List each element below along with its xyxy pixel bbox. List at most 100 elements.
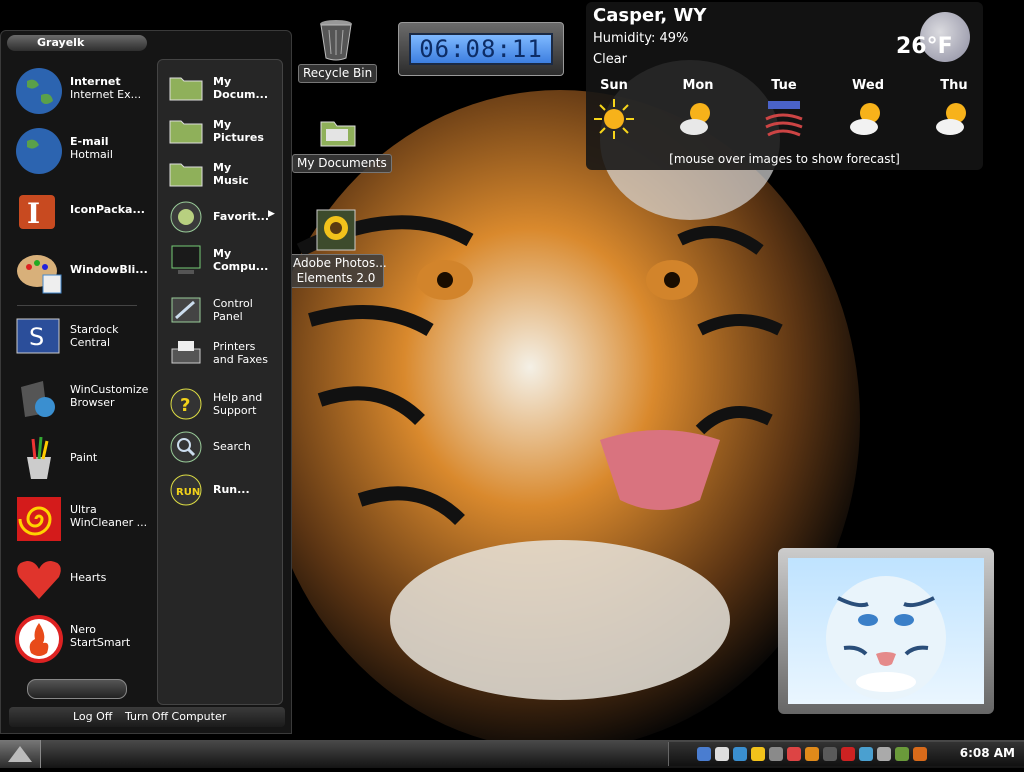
tray-app-icon[interactable] [805, 747, 819, 761]
email-title: E-mail [70, 135, 109, 148]
recycle-bin-label: Recycle Bin [298, 64, 378, 83]
documents-folder-icon [169, 77, 203, 101]
place-label-2: and Faxes [213, 353, 268, 366]
weather-location: Casper, WY [593, 5, 707, 26]
forecast-day-sun[interactable]: Sun [584, 78, 644, 141]
paint-line1: Paint [70, 451, 98, 464]
tray-app-icon[interactable] [751, 747, 765, 761]
stardock-icon: S [16, 318, 60, 354]
heart-icon [17, 561, 61, 599]
place-label-1: My [213, 75, 232, 88]
tray-app-icon[interactable] [913, 747, 927, 761]
documents-folder-icon [320, 121, 356, 147]
recycle-bin-shortcut[interactable]: Recycle Bin [298, 18, 378, 83]
run-icon: RUN [170, 474, 202, 506]
tray-app-icon[interactable] [859, 747, 873, 761]
start-logo-icon [8, 746, 32, 762]
photo-frame-widget [778, 548, 994, 714]
stardock-line2: Central [70, 336, 111, 349]
photoshop-elements-shortcut[interactable]: Adobe Photos... Elements 2.0 [288, 208, 387, 288]
nero-line2: StartSmart [70, 636, 131, 649]
recycle-bin-icon [320, 20, 352, 61]
tray-app-icon[interactable] [697, 747, 711, 761]
tray-app-icon[interactable] [841, 747, 855, 761]
start-item-hearts[interactable]: Hearts [11, 549, 157, 607]
start-button[interactable] [0, 740, 41, 768]
place-printers-faxes[interactable]: Printers and Faxes [168, 333, 280, 371]
place-my-documents[interactable]: My Docum... [168, 68, 280, 106]
place-label-2: Panel [213, 310, 243, 323]
partly-cloudy-icon [680, 103, 710, 135]
forecast-day-name: Tue [771, 78, 797, 93]
turn-off-button[interactable]: Turn Off Computer [125, 707, 226, 727]
forecast-day-thu[interactable]: Thu [924, 78, 984, 141]
forecast-day-wed[interactable]: Wed [838, 78, 898, 141]
windy-icon [765, 101, 803, 137]
iconpackager-icon: I [19, 195, 55, 230]
wincustomize-line2: Browser [70, 396, 115, 409]
place-label-2: Compu... [213, 260, 269, 273]
start-item-ultra-wincleaner[interactable]: Ultra WinCleaner ... [11, 489, 157, 547]
forecast-day-name: Thu [940, 78, 968, 93]
wincustomize-icon [21, 381, 55, 417]
forecast-day-name: Wed [852, 78, 884, 93]
place-my-pictures[interactable]: My Pictures [168, 111, 280, 149]
tray-app-icon[interactable] [769, 747, 783, 761]
search-icon [170, 431, 202, 463]
start-item-iconpackager[interactable]: I IconPacka... [11, 181, 157, 239]
windowblinds-title: WindowBli... [70, 263, 148, 276]
forecast-day-mon[interactable]: Mon [668, 78, 728, 141]
start-item-nero[interactable]: Nero StartSmart [11, 609, 157, 667]
start-item-internet[interactable]: Internet Internet Ex... [11, 61, 157, 119]
place-favorites[interactable]: Favorit... ▶ [168, 197, 280, 235]
log-off-button[interactable]: Log Off [73, 707, 112, 727]
tray-app-icon[interactable] [733, 747, 747, 761]
forecast-hint: [mouse over images to show forecast] [669, 152, 900, 166]
start-menu-footer: Log Off Turn Off Computer [9, 707, 285, 727]
iconpackager-title: IconPacka... [70, 203, 145, 216]
wincleaner-line1: Ultra [70, 503, 97, 516]
place-label-1: My [213, 247, 232, 260]
forecast-day-tue[interactable]: Tue [754, 78, 814, 141]
place-label-1: Printers [213, 340, 256, 353]
place-my-music[interactable]: My Music [168, 154, 280, 192]
start-menu-places: My Docum... My Pictures My Music Favorit...… [157, 59, 283, 705]
place-my-computer[interactable]: My Compu... [168, 240, 280, 278]
sunny-icon [594, 99, 634, 139]
weather-humidity: Humidity: 49% [593, 31, 689, 46]
clock-time: 06:08:11 [409, 33, 553, 65]
place-search[interactable]: Search [168, 427, 280, 465]
nero-line1: Nero [70, 623, 97, 636]
place-run[interactable]: RUN Run... [168, 470, 280, 508]
svg-text:S: S [29, 323, 44, 351]
tray-app-icon[interactable] [715, 747, 729, 761]
my-documents-shortcut[interactable]: My Documents [292, 112, 392, 173]
tray-app-icon[interactable] [895, 747, 909, 761]
tray-app-icon[interactable] [823, 747, 837, 761]
start-item-stardock-central[interactable]: S Stardock Central [11, 309, 157, 367]
sunflower-icon [316, 209, 356, 251]
all-programs-button[interactable] [27, 679, 127, 699]
start-item-windowblinds[interactable]: WindowBli... [11, 241, 157, 299]
start-item-email[interactable]: E-mail Hotmail [11, 121, 157, 179]
menu-separator [17, 305, 137, 306]
place-label-1: My [213, 161, 232, 174]
place-label-2: Music [213, 174, 249, 187]
tray-app-icon[interactable] [877, 747, 891, 761]
wincustomize-line1: WinCustomize [70, 383, 149, 396]
start-item-paint[interactable]: Paint [11, 429, 157, 487]
taskbar-clock[interactable]: 6:08 AM [960, 746, 1015, 760]
internet-sub: Internet Ex... [70, 88, 142, 101]
user-name: Grayelk [7, 35, 147, 51]
place-control-panel[interactable]: Control Panel [168, 290, 280, 328]
clock-widget: 06:08:11 [398, 22, 564, 76]
stardock-line1: Stardock [70, 323, 119, 336]
place-help-support[interactable]: ? Help and Support [168, 384, 280, 422]
tray-app-icon[interactable] [787, 747, 801, 761]
place-label-2: Pictures [213, 131, 264, 144]
place-label-1: Favorit... [213, 210, 270, 223]
start-item-wincustomize[interactable]: WinCustomize Browser [11, 369, 157, 427]
photoshop-label-line1: Adobe Photos... [293, 256, 387, 270]
place-label-1: Run... [213, 483, 250, 496]
weather-temperature: 26°F [896, 34, 953, 59]
